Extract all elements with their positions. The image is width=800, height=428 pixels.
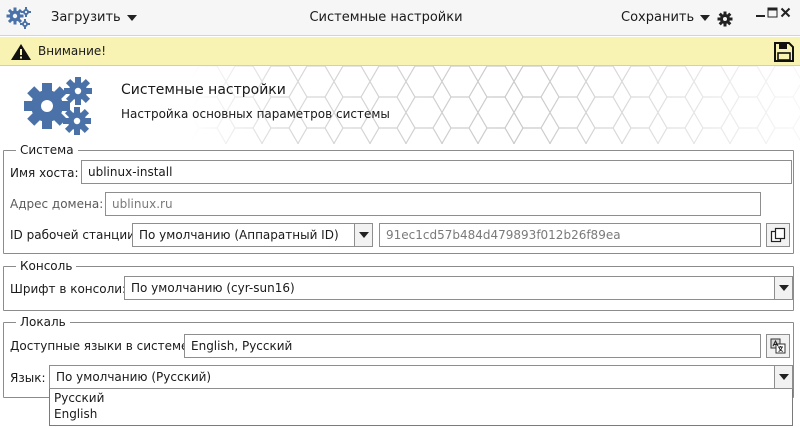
save-menu-button[interactable]: Сохранить	[621, 10, 711, 25]
console-legend: Консоль	[16, 259, 77, 273]
console-font-value: По умолчанию (cyr-sun16)	[131, 281, 295, 295]
language-select[interactable]: По умолчанию (Русский)	[49, 365, 793, 389]
gear-icon[interactable]	[717, 11, 733, 27]
system-legend: Система	[16, 143, 78, 157]
warning-bar: Внимание!	[0, 37, 800, 66]
chevron-down-icon[interactable]	[774, 277, 792, 299]
machine-id-mode-select[interactable]: По умолчанию (Аппаратный ID)	[132, 223, 373, 247]
chevron-down-icon[interactable]	[354, 224, 372, 246]
close-icon[interactable]	[780, 7, 791, 18]
machine-id-input[interactable]: 91ec1cd57b484d479893f012b26f89ea	[379, 223, 761, 247]
domain-input[interactable]: ublinux.ru	[105, 192, 761, 216]
language-option-russian[interactable]: Русский	[54, 391, 104, 405]
available-languages-label: Доступные языки в системе:	[10, 339, 193, 353]
chevron-down-icon[interactable]	[774, 366, 792, 388]
language-dropdown-list: Русский English	[49, 389, 793, 426]
console-font-select[interactable]: По умолчанию (cyr-sun16)	[124, 276, 793, 300]
settings-gears-icon	[24, 77, 92, 135]
copy-icon	[770, 227, 786, 243]
translate-icon	[770, 338, 786, 354]
domain-label: Адрес домена:	[10, 197, 104, 211]
available-languages-input[interactable]: English, Русский	[184, 334, 761, 358]
title-bar: Загрузить Системные настройки Сохранить	[0, 0, 800, 36]
language-value: По умолчанию (Русский)	[56, 370, 212, 384]
hostname-input[interactable]: ublinux-install	[81, 160, 792, 184]
console-font-label: Шрифт в консоли:	[10, 282, 127, 296]
hexagon-pattern	[190, 66, 800, 144]
hostname-label: Имя хоста:	[10, 166, 79, 180]
page-title: Системные настройки	[121, 82, 286, 98]
machine-id-mode-value: По умолчанию (Аппаратный ID)	[139, 228, 339, 242]
save-menu-label: Сохранить	[621, 10, 695, 25]
translate-button[interactable]	[766, 334, 790, 358]
warning-triangle-icon	[11, 44, 31, 60]
machine-id-label: ID рабочей станции:	[10, 228, 139, 242]
floppy-disk-icon[interactable]	[774, 42, 794, 62]
copy-button[interactable]	[766, 223, 790, 247]
language-label: Язык:	[10, 371, 46, 385]
language-option-english[interactable]: English	[54, 407, 97, 421]
minimize-icon[interactable]	[755, 7, 766, 18]
warning-text: Внимание!	[38, 44, 107, 58]
locale-legend: Локаль	[16, 315, 70, 329]
header-banner: Системные настройки Настройка основных п…	[0, 66, 800, 144]
maximize-icon[interactable]	[767, 7, 778, 18]
page-subtitle: Настройка основных параметров системы	[121, 107, 390, 121]
chevron-down-icon	[700, 15, 711, 21]
